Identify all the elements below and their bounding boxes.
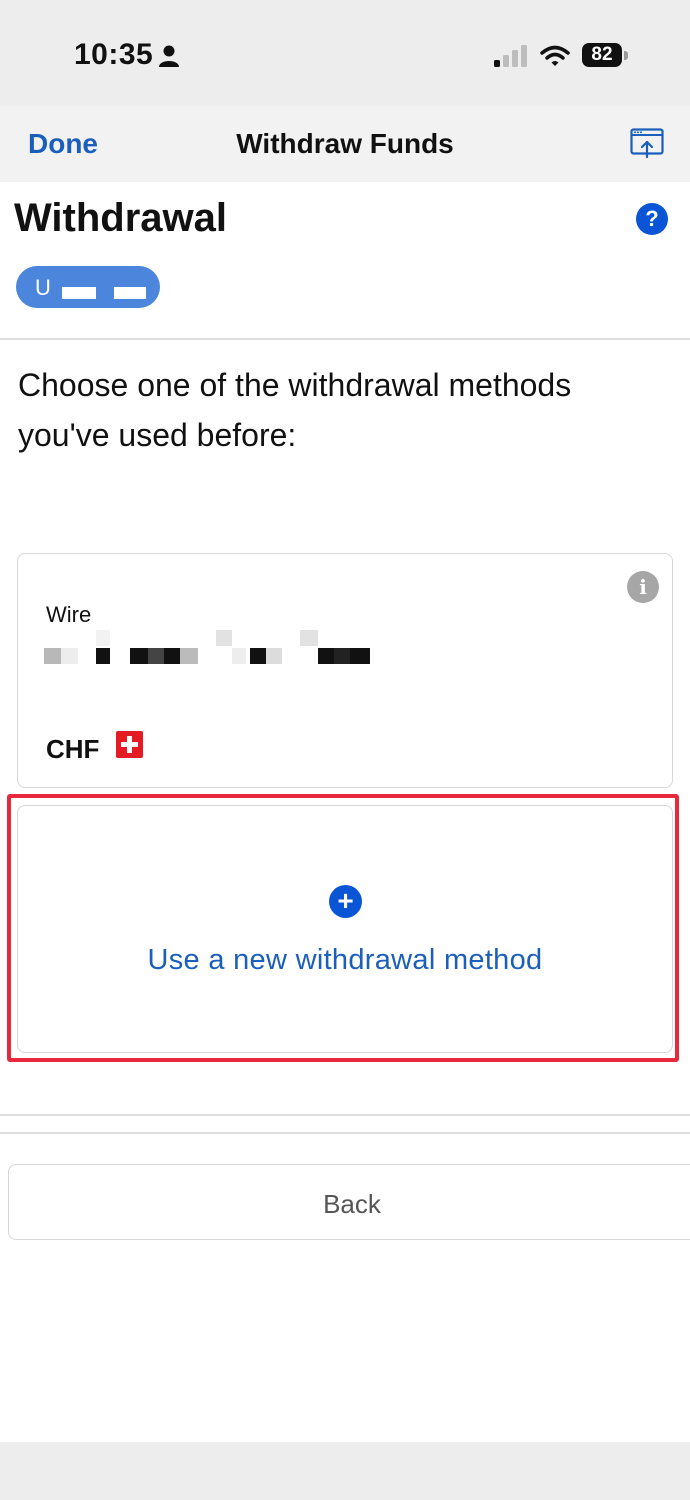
method-currency: CHF [46, 734, 100, 764]
battery-tip [624, 51, 628, 60]
signal-icon [494, 45, 527, 67]
account-initial: U [35, 275, 51, 300]
bottom-bar [0, 1442, 690, 1500]
redacted-account-part [62, 287, 96, 299]
share-icon[interactable] [630, 128, 664, 160]
person-icon [159, 45, 179, 67]
nav-title: Withdraw Funds [236, 128, 454, 159]
swiss-flag-icon [116, 731, 143, 758]
status-bar: 10:35 82 [0, 0, 690, 106]
redacted-account-number [44, 630, 370, 664]
info-icon[interactable]: i [627, 571, 659, 603]
done-button[interactable]: Done [28, 128, 98, 160]
divider [0, 1132, 690, 1134]
highlight-box [7, 794, 679, 1062]
help-icon[interactable]: ? [636, 203, 668, 235]
status-time: 10:35 [74, 38, 154, 71]
method-type: Wire [46, 602, 92, 627]
prompt-text: Choose one of the withdrawal methods you… [18, 367, 572, 453]
wifi-icon [540, 45, 570, 66]
account-selector[interactable]: U [16, 266, 160, 308]
back-button[interactable]: Back [8, 1164, 690, 1240]
divider [0, 1114, 690, 1116]
back-label: Back [323, 1189, 381, 1219]
nav-bar: Done Withdraw Funds [0, 106, 690, 182]
saved-method-card[interactable]: i Wire CHF [17, 553, 673, 788]
divider [0, 338, 690, 340]
redacted-account-part [114, 287, 146, 299]
battery-indicator: 82 [582, 43, 622, 67]
page-title: Withdrawal [14, 196, 227, 240]
